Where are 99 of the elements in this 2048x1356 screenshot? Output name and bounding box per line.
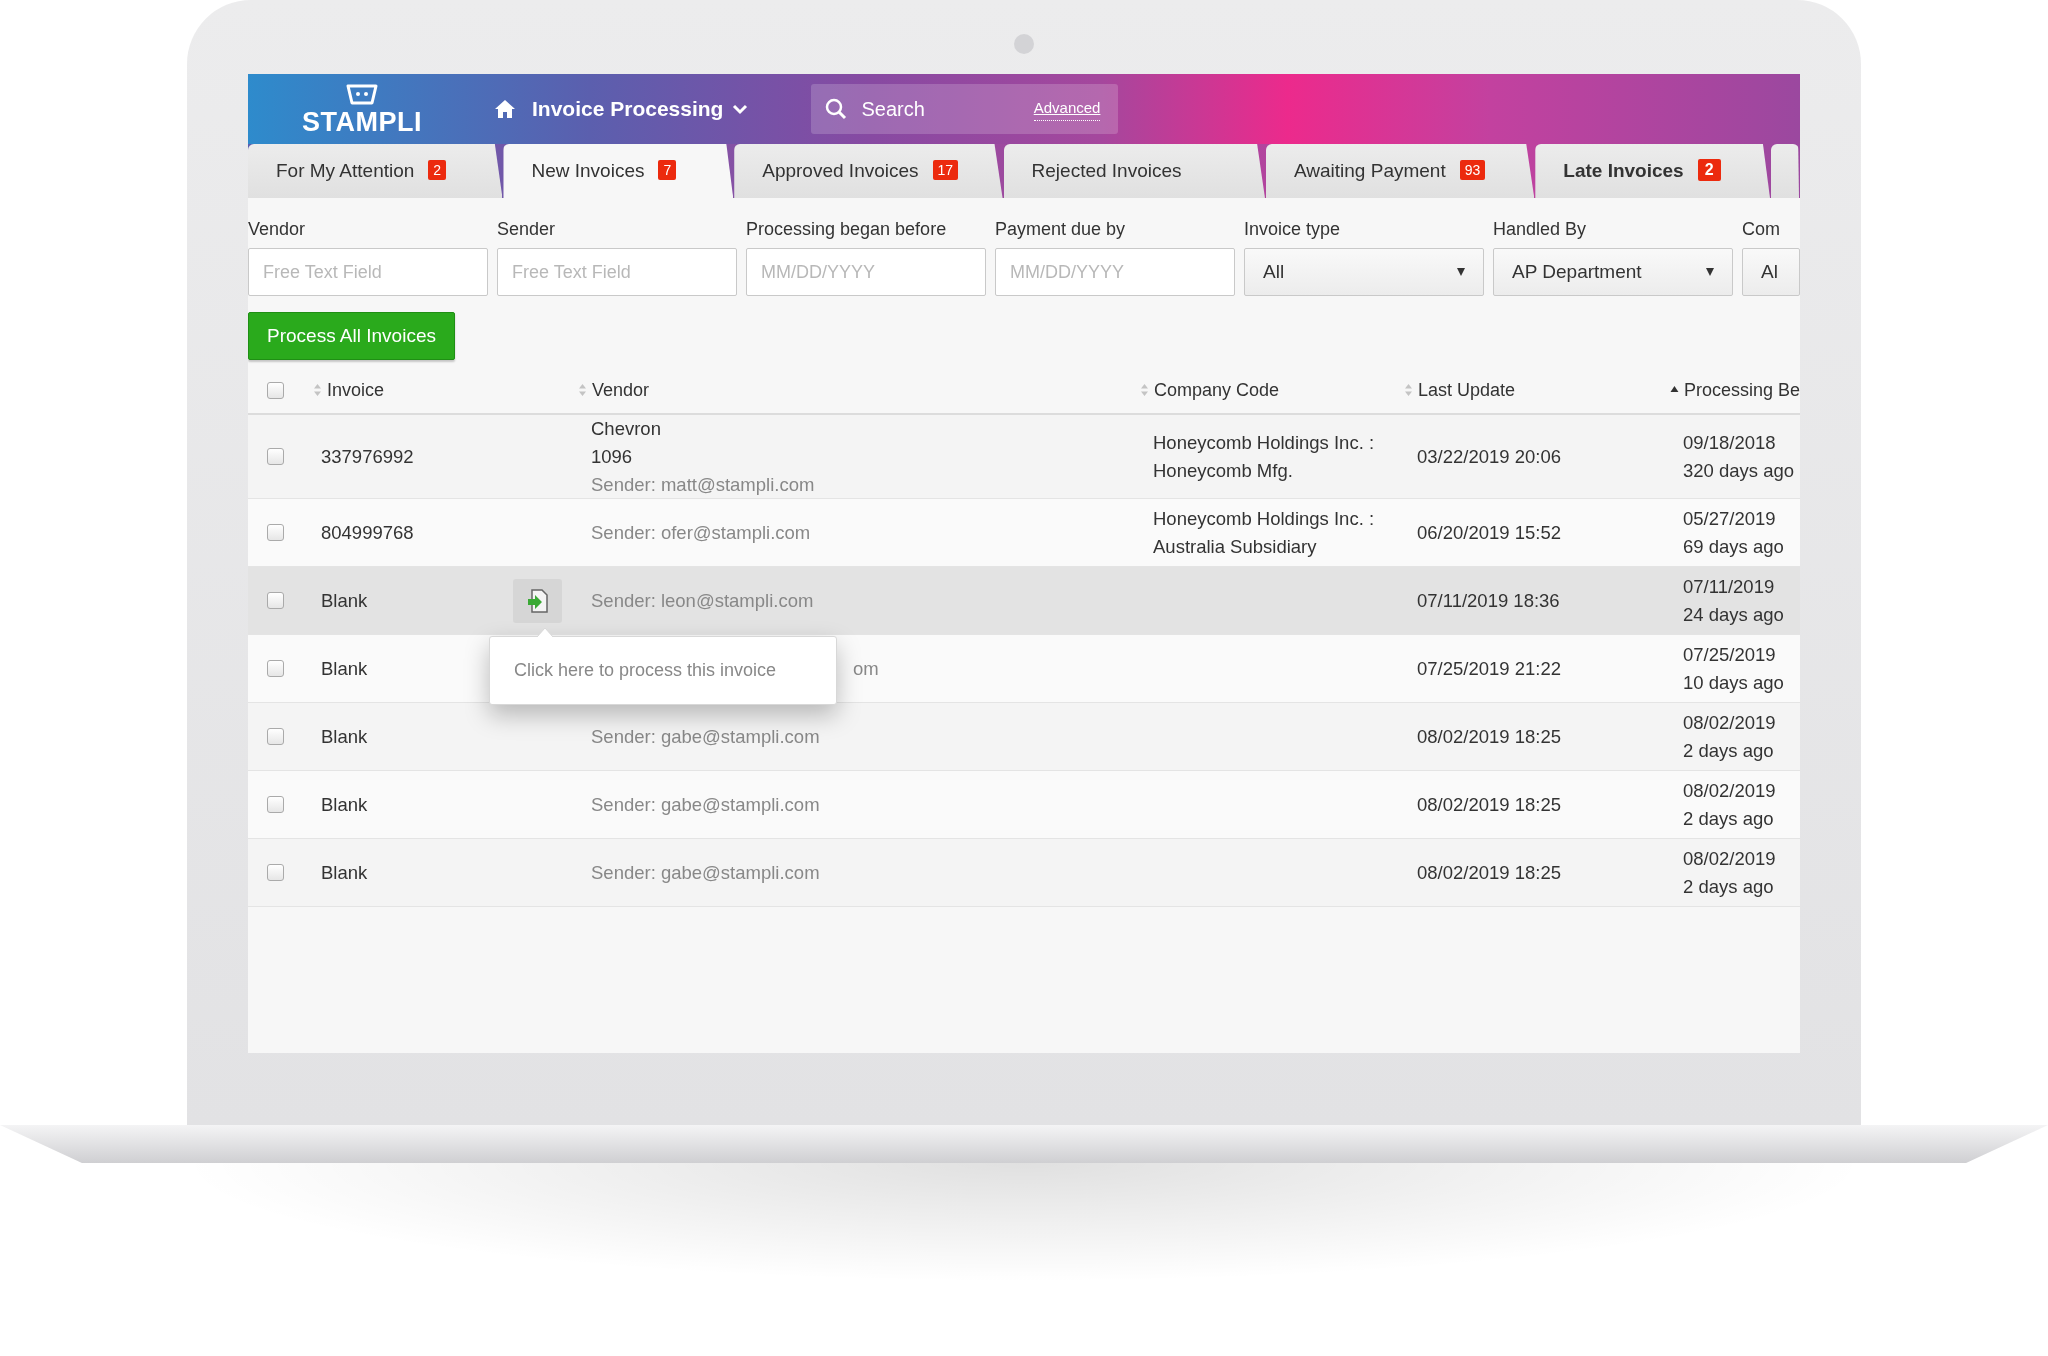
filter-label: Payment due by [995, 218, 1127, 241]
tab[interactable]: Awaiting Payment 93 [1265, 144, 1535, 198]
table-cell-text: Blank [321, 656, 368, 681]
filter-label: Processing began before [746, 218, 948, 241]
tab[interactable] [1771, 144, 1799, 198]
table-cell-text: 07/25/2019 21:22 [1417, 656, 1562, 681]
checkbox[interactable] [267, 796, 284, 814]
tab[interactable]: Rejected Invoices [1003, 144, 1265, 198]
column-header[interactable]: Vendor [592, 376, 650, 404]
count-badge: 93 [1459, 159, 1486, 180]
document-arrow-icon [526, 589, 549, 614]
column-header[interactable]: Company Code [1154, 376, 1280, 404]
caret-icon [1457, 268, 1465, 276]
age-text: 320 days ago [1683, 458, 1795, 483]
section-menu[interactable]: Invoice Processing [532, 93, 750, 125]
tab[interactable]: New Invoices 7 [503, 144, 734, 198]
vendor-code: 1096 [591, 444, 633, 469]
dropdown[interactable]: All [1244, 248, 1484, 296]
logo: STAMPLI [302, 108, 422, 136]
checkbox[interactable] [267, 448, 284, 466]
column-header[interactable]: Invoice [327, 376, 385, 404]
age-text: 2 days ago [1683, 874, 1774, 899]
age-text: 2 days ago [1683, 806, 1774, 831]
date-text: 09/18/2018 [1683, 430, 1776, 455]
sender-text: Sender: matt@stampli.com [591, 472, 815, 497]
filter-label: Invoice type [1244, 218, 1342, 241]
vendor-name: Chevron [591, 417, 661, 441]
table-cell-text: 03/22/2019 20:06 [1417, 444, 1562, 469]
date-text: 07/25/2019 [1683, 643, 1776, 667]
input-field[interactable]: MM/DD/YYYY [746, 248, 986, 296]
input-field[interactable]: MM/DD/YYYY [995, 248, 1235, 296]
age-text: 24 days ago [1683, 602, 1784, 627]
filter-label: Vendor [248, 218, 307, 241]
count-badge: 7 [658, 159, 677, 180]
search-placeholder: Search [861, 97, 926, 122]
checkbox[interactable] [267, 381, 284, 399]
basket-logo-icon [345, 82, 379, 105]
table-cell-text: 07/11/2019 18:36 [1417, 588, 1560, 613]
column-header[interactable]: Processing Be [1683, 376, 1800, 404]
checkbox[interactable] [267, 592, 284, 610]
table-cell-text: Honeycomb Holdings Inc. : Australia Subsidiary [1153, 507, 1376, 559]
sender-text: om [853, 656, 879, 681]
chevron-down-icon [731, 103, 750, 115]
column-header[interactable]: Last Update [1418, 376, 1516, 404]
table-cell-text: 804999768 [321, 520, 414, 545]
filter-label: Com [1742, 218, 1781, 241]
input-field[interactable]: Free Text Field [497, 248, 737, 296]
tab[interactable]: Late Invoices 2 [1535, 144, 1770, 198]
search-field[interactable]: Search Advanced [811, 84, 1119, 134]
sort-icon[interactable] [578, 384, 587, 396]
date-text: 08/02/2019 [1683, 779, 1776, 803]
count-badge: 2 [428, 159, 447, 180]
sender-text: Sender: ofer@stampli.com [591, 520, 811, 545]
table-cell-text: 08/02/2019 18:25 [1417, 860, 1562, 885]
age-text: 10 days ago [1683, 670, 1784, 695]
sort-icon[interactable] [1140, 384, 1149, 396]
table-row[interactable]: Blank Sender: leon@stampli.com 07/11/2019 18:36 07/11/2019 24 days ago [248, 567, 1800, 636]
dropdown[interactable]: Al [1742, 248, 1800, 296]
search-icon [825, 98, 848, 120]
checkbox[interactable] [267, 864, 284, 882]
process-invoice-button[interactable] [513, 579, 562, 624]
table-cell-text: 08/02/2019 18:25 [1417, 724, 1562, 749]
table-cell-text: 06/20/2019 15:52 [1417, 520, 1562, 545]
table-cell-text: Honeycomb Holdings Inc. : Honeycomb Mfg. [1153, 430, 1376, 483]
tooltip-arrow [537, 628, 553, 638]
age-text: 2 days ago [1683, 738, 1774, 763]
checkbox[interactable] [267, 524, 284, 542]
advanced-search-link[interactable]: Advanced [1033, 97, 1101, 121]
input-field[interactable]: Free Text Field [248, 248, 488, 296]
table-cell-text: Blank [321, 724, 368, 749]
sender-text: Sender: gabe@stampli.com [591, 860, 820, 885]
date-text: 07/11/2019 [1683, 575, 1775, 599]
filter-label: Handled By [1493, 218, 1588, 241]
count-badge: 2 [1697, 158, 1721, 181]
sort-icon[interactable] [313, 384, 322, 396]
tooltip-text: Click here to process this invoice [514, 659, 777, 683]
age-text: 69 days ago [1683, 534, 1784, 559]
dropdown[interactable]: AP Department [1493, 248, 1733, 296]
table-cell-text: 08/02/2019 18:25 [1417, 792, 1562, 817]
table-cell-text: Blank [321, 588, 368, 613]
table-cell-text: Blank [321, 792, 368, 817]
home-icon[interactable] [494, 98, 516, 120]
table-cell-text: 337976992 [321, 444, 414, 469]
table-cell-text: Blank [321, 860, 368, 885]
checkbox[interactable] [267, 728, 284, 746]
date-text: 05/27/2019 [1683, 507, 1776, 531]
date-text: 08/02/2019 [1683, 847, 1776, 871]
sort-icon[interactable] [1404, 384, 1413, 396]
caret-icon [1706, 268, 1714, 276]
camera-dot [1014, 34, 1034, 54]
sender-text: Sender: gabe@stampli.com [591, 724, 820, 749]
sender-text: Sender: leon@stampli.com [591, 588, 814, 613]
tab[interactable]: Approved Invoices 17 [734, 144, 1003, 198]
count-badge: 17 [932, 159, 959, 180]
tab[interactable]: For My Attention 2 [248, 144, 503, 198]
sender-text: Sender: gabe@stampli.com [591, 792, 820, 817]
filter-label: Sender [497, 218, 557, 241]
date-text: 08/02/2019 [1683, 711, 1776, 735]
checkbox[interactable] [267, 660, 284, 678]
